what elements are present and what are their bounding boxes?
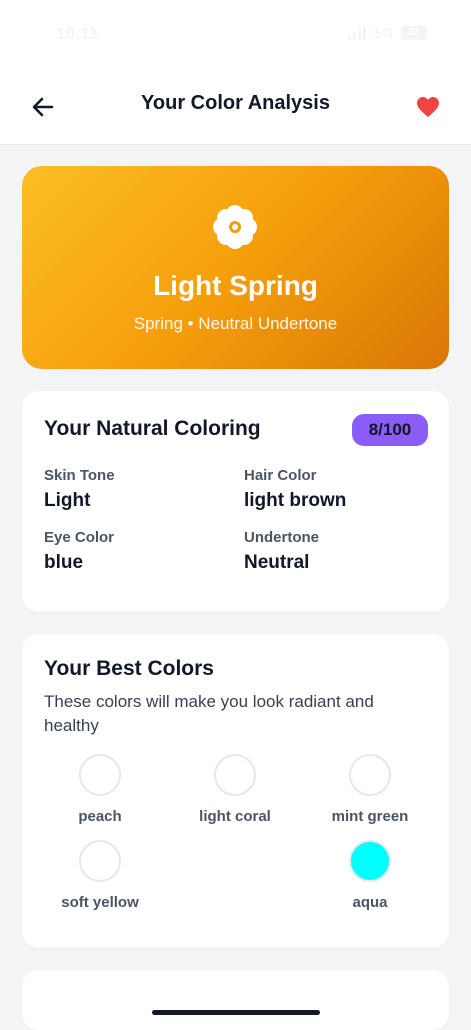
section-description: These colors will make you look radiant … — [44, 692, 374, 735]
swatch-label: peach — [78, 808, 122, 825]
swatch-circle — [214, 754, 256, 796]
attribute-label: Hair Color — [244, 467, 317, 484]
attribute-undertone: Undertone Neutral — [244, 529, 319, 574]
attribute-eye-color: Eye Color blue — [44, 529, 114, 574]
flower-icon — [213, 205, 257, 249]
swatch-label: aqua — [352, 894, 388, 911]
attribute-value: light brown — [244, 490, 347, 511]
swatch-circle — [79, 840, 121, 882]
color-swatch-mint-green[interactable]: mint green — [300, 754, 440, 825]
swatch-label: soft yellow — [61, 894, 139, 911]
favorite-button[interactable] — [411, 90, 445, 124]
signal-icon — [348, 26, 367, 40]
next-section-card — [22, 970, 449, 1030]
swatch-circle — [349, 754, 391, 796]
swatch-label: light coral — [199, 808, 271, 825]
app-header: Your Color Analysis — [0, 70, 471, 145]
color-swatch-aqua[interactable]: aqua — [300, 840, 440, 911]
battery-icon: 83 — [401, 26, 427, 40]
attribute-hair-color: Hair Color light brown — [244, 467, 346, 512]
page-title: Your Color Analysis — [141, 92, 330, 114]
natural-coloring-card: Your Natural Coloring 8/100 Skin Tone Li… — [22, 391, 449, 612]
attribute-value: Light — [44, 490, 91, 511]
season-subtitle: Spring • Neutral Undertone — [133, 314, 338, 333]
color-swatch-soft-yellow[interactable]: soft yellow — [30, 840, 170, 911]
attribute-label: Eye Color — [44, 529, 115, 546]
attribute-label: Undertone — [244, 529, 319, 546]
season-title: Light Spring — [153, 270, 318, 301]
swatch-circle — [349, 840, 391, 882]
swatch-circle — [79, 754, 121, 796]
attribute-skin-tone: Skin Tone Light — [44, 467, 115, 512]
status-time: 10:11 — [56, 24, 99, 43]
swatch-label: mint green — [331, 808, 409, 825]
score-badge: 8/100 — [352, 414, 428, 446]
attribute-value: Neutral — [244, 552, 310, 573]
season-result-card: Light Spring Spring • Neutral Undertone — [22, 166, 449, 369]
section-title: Your Natural Coloring — [44, 417, 261, 440]
attribute-value: blue — [44, 552, 84, 573]
color-swatch-light-coral[interactable]: light coral — [165, 754, 305, 825]
home-indicator[interactable] — [152, 1010, 320, 1015]
color-swatch-peach[interactable]: peach — [30, 754, 170, 825]
section-title: Your Best Colors — [44, 657, 214, 680]
best-colors-card: Your Best Colors These colors will make … — [22, 634, 449, 948]
heart-icon — [417, 97, 439, 117]
attribute-label: Skin Tone — [44, 467, 115, 484]
status-indicators: 5G 83 — [348, 25, 427, 41]
network-label: 5G — [374, 25, 393, 41]
status-bar: 10:11 5G 83 — [0, 0, 471, 70]
